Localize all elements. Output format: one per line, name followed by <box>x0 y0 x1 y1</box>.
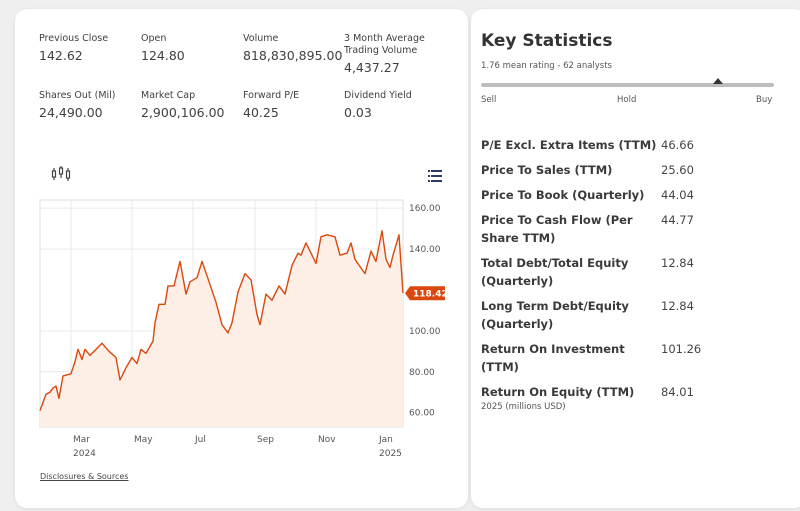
key-stat-row: Price To Book (Quarterly) 44.04 <box>481 186 781 204</box>
key-stat-value: 12.84 <box>661 256 694 270</box>
key-statistics-title: Key Statistics <box>481 31 613 51</box>
y-tick-label: 80.00 <box>409 368 435 378</box>
key-stat-row: Long Term Debt/Equity (Quarterly) 12.84 <box>481 297 781 333</box>
key-stat-value: 44.77 <box>661 213 694 227</box>
current-price-label: 118.42 <box>413 290 448 300</box>
key-stat-value: 44.04 <box>661 188 694 202</box>
x-tick-label: Mar <box>73 435 90 445</box>
key-stat-label: Return On Equity (TTM) <box>481 385 635 399</box>
key-stat-label: Long Term Debt/Equity (Quarterly) <box>481 299 629 331</box>
x-tick-label: Sep <box>257 435 274 445</box>
x-tick-year-label: 2025 <box>379 449 402 459</box>
analyst-rating-text: 1.76 mean rating - 62 analysts <box>481 61 612 71</box>
y-tick-label: 140.00 <box>409 245 441 255</box>
key-stat-row: Return On Investment (TTM) 101.26 <box>481 340 781 376</box>
key-stat-value: 12.84 <box>661 299 694 313</box>
key-stat-row: Price To Sales (TTM) 25.60 <box>481 161 781 179</box>
key-stat-row: Return On Equity (TTM) 84.01 <box>481 383 781 401</box>
key-stat-row: P/E Excl. Extra Items (TTM) 46.66 <box>481 136 781 154</box>
scale-hold-label: Hold <box>617 95 637 105</box>
disclosures-link[interactable]: Disclosures & Sources <box>40 472 128 481</box>
key-stat-label: Total Debt/Total Equity (Quarterly) <box>481 256 629 288</box>
x-tick-label: May <box>134 435 153 445</box>
x-tick-year-label: 2024 <box>73 449 96 459</box>
key-stat-label: Price To Sales (TTM) <box>481 163 613 177</box>
key-stat-label: Return On Investment (TTM) <box>481 342 625 374</box>
key-stat-value: 46.66 <box>661 138 694 152</box>
key-stat-value: 25.60 <box>661 163 694 177</box>
rating-scale-bar <box>481 78 774 87</box>
scale-sell-label: Sell <box>481 95 497 105</box>
units-note: 2025 (millions USD) <box>481 402 566 412</box>
key-stat-label: Price To Cash Flow (Per Share TTM) <box>481 213 633 245</box>
key-stat-value: 101.26 <box>661 342 702 356</box>
price-chart[interactable]: 160.00 140.00 100.00 80.00 60.00 Mar 2024 May Ju… <box>15 9 468 469</box>
y-tick-label: 160.00 <box>409 204 441 214</box>
x-tick-label: Nov <box>318 435 336 445</box>
quote-overview-card: Previous Close 142.62 Open 124.80 Volume 81… <box>15 9 468 508</box>
key-stats-list: P/E Excl. Extra Items (TTM) 46.66 Price T… <box>481 136 781 408</box>
key-stat-label: P/E Excl. Extra Items (TTM) <box>481 138 657 152</box>
x-tick-label: Jan <box>378 435 393 445</box>
y-tick-label: 60.00 <box>409 409 435 419</box>
rating-marker <box>713 78 724 84</box>
y-tick-label: 100.00 <box>409 327 441 337</box>
key-statistics-card: Key Statistics 1.76 mean rating - 62 ana… <box>471 9 800 508</box>
scale-buy-label: Buy <box>756 95 773 105</box>
key-stat-value: 84.01 <box>661 385 694 399</box>
key-stat-row: Total Debt/Total Equity (Quarterly) 12.84 <box>481 254 781 290</box>
x-tick-label: Jul <box>194 435 206 445</box>
key-stat-label: Price To Book (Quarterly) <box>481 188 645 202</box>
key-stat-row: Price To Cash Flow (Per Share TTM) 44.77 <box>481 211 781 247</box>
